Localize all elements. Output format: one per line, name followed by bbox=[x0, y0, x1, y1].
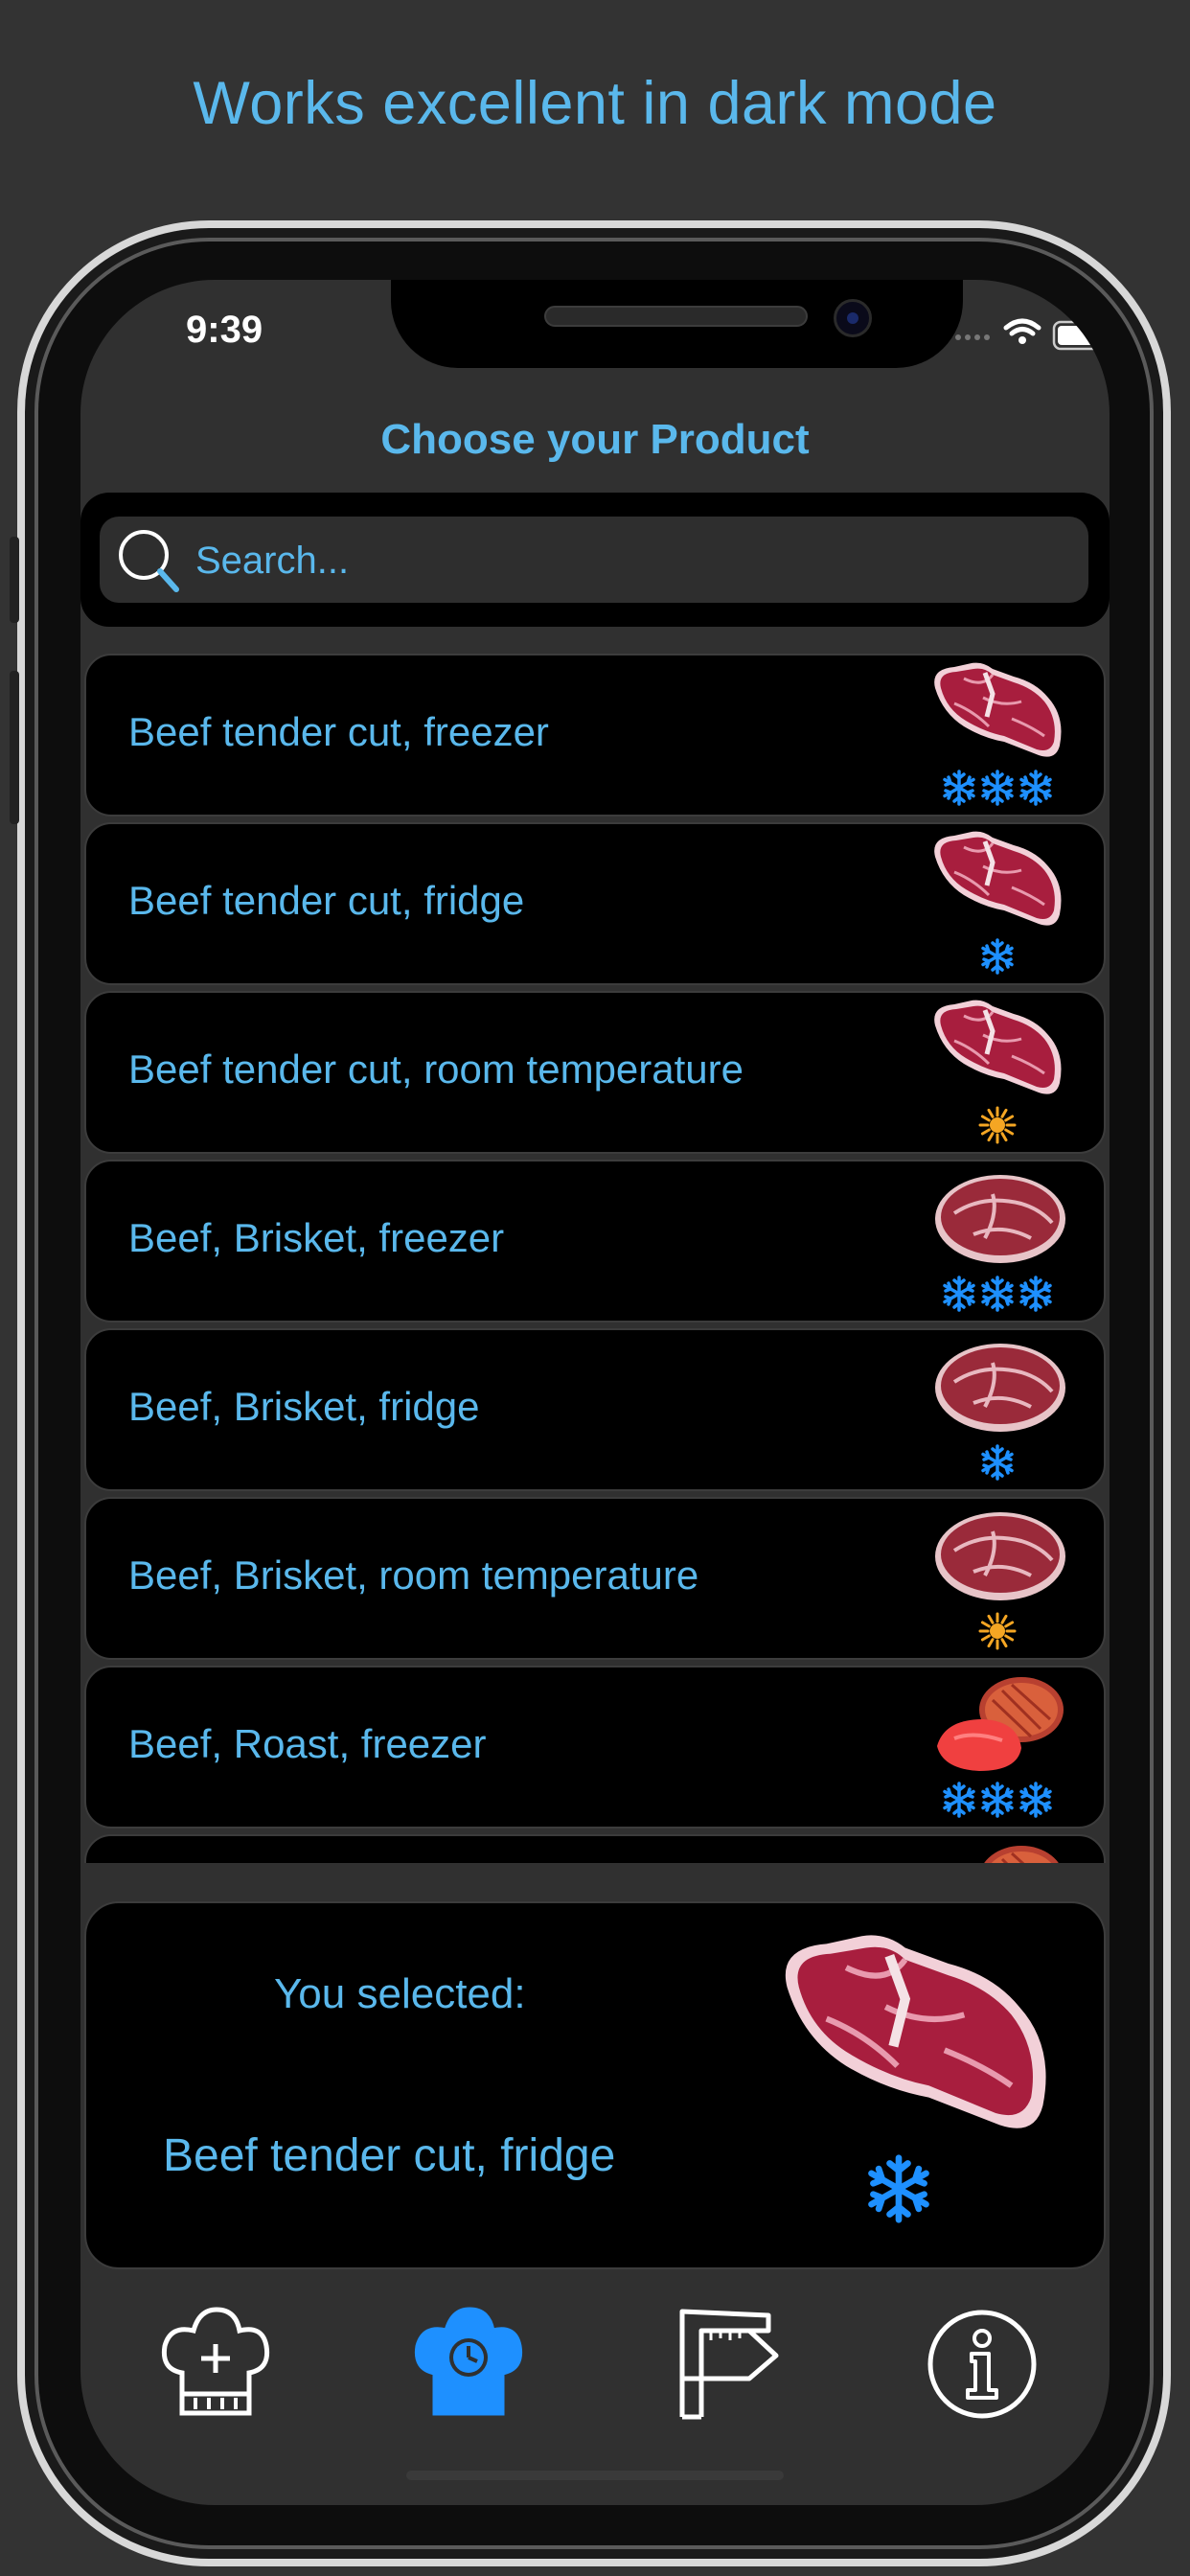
product-label: Beef, Brisket, freezer bbox=[128, 1215, 505, 1260]
product-row[interactable]: Beef, Roast, freezer bbox=[84, 1666, 1106, 1828]
room-temperature-icon bbox=[926, 1612, 1069, 1654]
product-label: Beef, Brisket, room temperature bbox=[128, 1552, 699, 1598]
chef-hat-add-icon bbox=[161, 2307, 270, 2416]
headline: Works excellent in dark mode bbox=[193, 70, 997, 137]
selection-caption: You selected: bbox=[274, 1970, 526, 2017]
tab-timer[interactable] bbox=[406, 2302, 531, 2426]
product-label: Beef, Roast, freezer bbox=[128, 1721, 487, 1766]
fridge-icon bbox=[926, 1443, 1069, 1485]
front-camera bbox=[834, 299, 872, 337]
selection-value: Beef tender cut, fridge bbox=[163, 2130, 616, 2181]
page-title: Choose your Product bbox=[380, 416, 810, 463]
freezer-icon bbox=[926, 769, 1069, 811]
product-row[interactable]: Beef tender cut, room temperature bbox=[84, 991, 1106, 1154]
search-icon bbox=[119, 530, 179, 592]
product-row[interactable] bbox=[84, 1834, 1106, 1863]
phone-side-button bbox=[10, 671, 19, 824]
tab-bar bbox=[80, 2283, 1110, 2455]
room-temperature-icon bbox=[926, 1106, 1069, 1148]
t-bone-steak-image bbox=[926, 828, 1069, 935]
roast-image bbox=[926, 1840, 1069, 1863]
t-bone-steak-image bbox=[767, 1928, 1064, 2149]
search-input[interactable] bbox=[194, 534, 1060, 587]
selection-panel: You selected: Beef tender cut, fridge bbox=[84, 1901, 1106, 2269]
home-indicator bbox=[406, 2471, 784, 2480]
status-time: 9:39 bbox=[186, 309, 263, 351]
t-bone-steak-image bbox=[926, 997, 1069, 1104]
speaker-grille bbox=[544, 306, 808, 327]
battery-icon bbox=[1052, 320, 1110, 351]
t-bone-steak-image bbox=[926, 659, 1069, 767]
fridge-icon bbox=[862, 2152, 968, 2258]
info-icon bbox=[927, 2310, 1037, 2419]
phone-side-button bbox=[10, 537, 19, 623]
product-label: Beef tender cut, freezer bbox=[128, 709, 549, 754]
brisket-image bbox=[926, 1503, 1069, 1610]
status-icons bbox=[955, 318, 1110, 351]
freezer-icon bbox=[926, 1275, 1069, 1317]
signal-icon bbox=[955, 334, 990, 340]
wifi-icon bbox=[1003, 318, 1041, 336]
product-label: Beef tender cut, room temperature bbox=[128, 1046, 744, 1092]
product-list[interactable]: Beef tender cut, freezer Beef tender cut… bbox=[84, 654, 1106, 1863]
tab-add-recipe[interactable] bbox=[153, 2302, 278, 2426]
product-row[interactable]: Beef, Brisket, fridge bbox=[84, 1328, 1106, 1491]
caliper-icon bbox=[679, 2309, 779, 2420]
brisket-image bbox=[926, 1334, 1069, 1441]
product-row[interactable]: Beef tender cut, freezer bbox=[84, 654, 1106, 816]
product-label: Beef, Brisket, fridge bbox=[128, 1384, 480, 1429]
freezer-icon bbox=[926, 1781, 1069, 1823]
product-row[interactable]: Beef, Brisket, room temperature bbox=[84, 1497, 1106, 1660]
product-row[interactable]: Beef, Brisket, freezer bbox=[84, 1160, 1106, 1322]
roast-image bbox=[926, 1671, 1069, 1779]
search-bar bbox=[80, 493, 1110, 627]
tab-info[interactable] bbox=[920, 2302, 1044, 2426]
brisket-image bbox=[926, 1165, 1069, 1273]
fridge-icon bbox=[926, 937, 1069, 979]
search-field[interactable] bbox=[100, 517, 1088, 603]
app-screen: 9:39 Choose your Product Beef tender cut… bbox=[80, 280, 1110, 2505]
product-label: Beef tender cut, fridge bbox=[128, 878, 525, 923]
tab-measure[interactable] bbox=[663, 2302, 788, 2426]
chef-hat-timer-icon bbox=[414, 2307, 523, 2416]
product-row[interactable]: Beef tender cut, fridge bbox=[84, 822, 1106, 985]
